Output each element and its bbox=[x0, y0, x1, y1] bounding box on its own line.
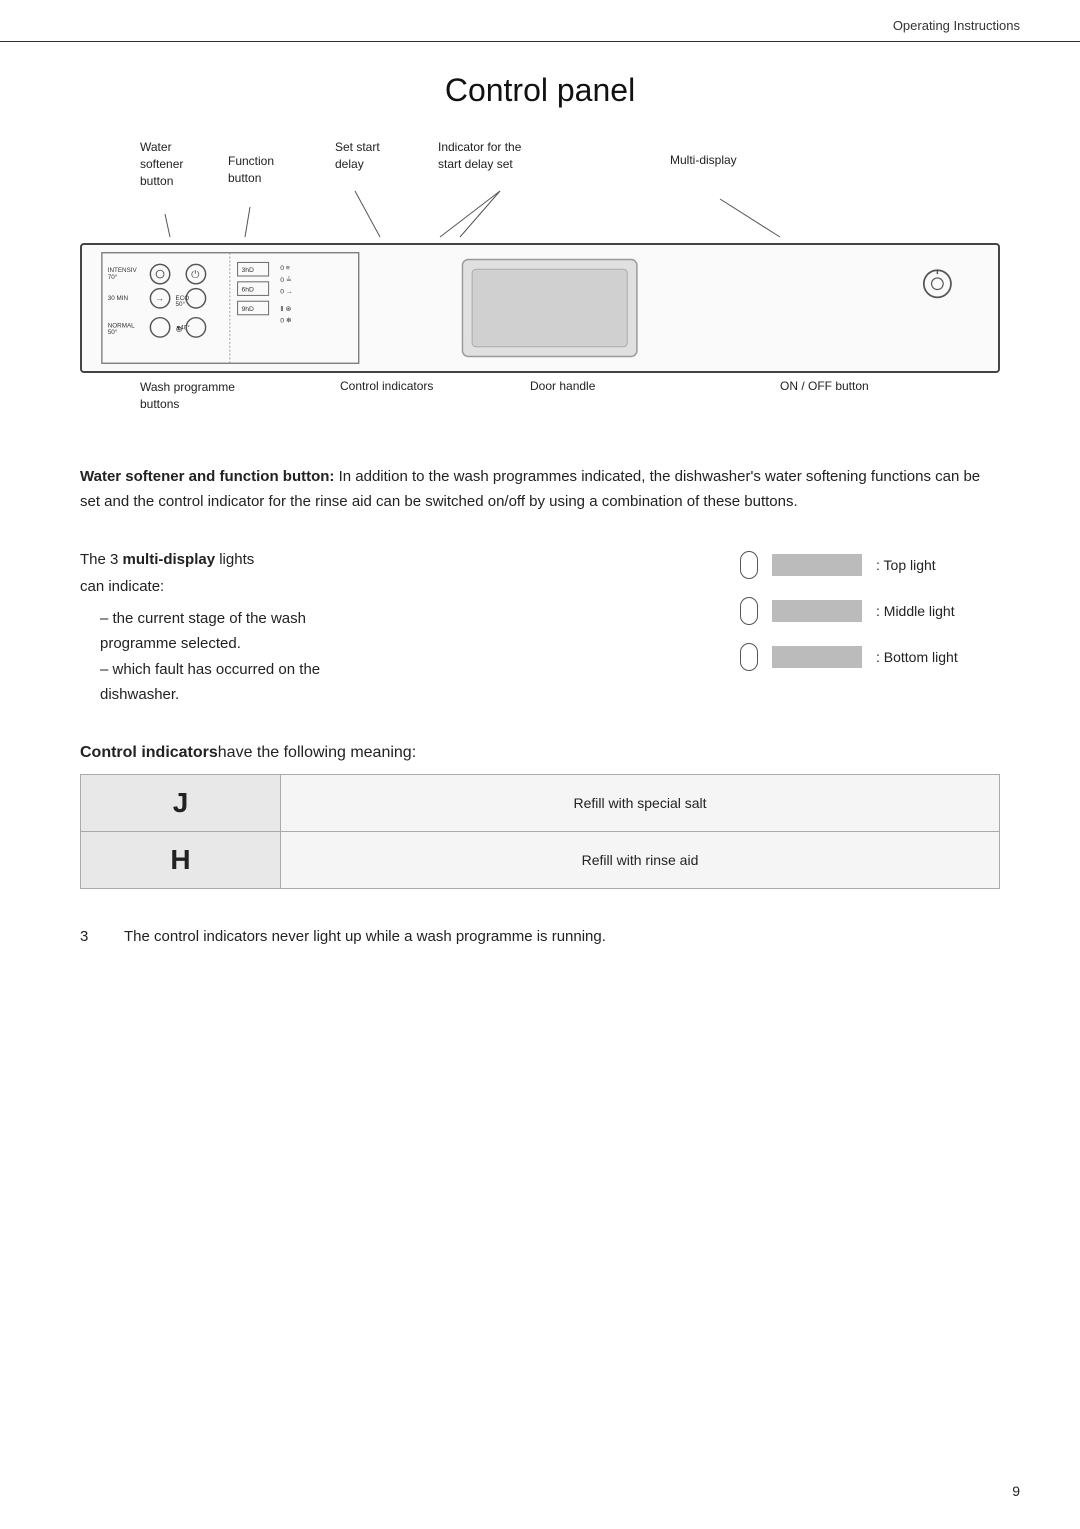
function-button-label: Function button bbox=[228, 153, 274, 187]
wash-programme-label: Wash programmebuttons bbox=[140, 379, 235, 413]
table-row-1: J Refill with special salt bbox=[81, 774, 1000, 831]
indicator-start-delay-label: Indicator for the start delay set bbox=[438, 139, 521, 173]
svg-text:0 →: 0 → bbox=[280, 288, 292, 295]
top-light-row: : Top light bbox=[740, 551, 1000, 579]
desc-h: Refill with rinse aid bbox=[281, 831, 1000, 888]
bottom-light-row: : Bottom light bbox=[740, 643, 1000, 671]
header-title: Operating Instructions bbox=[893, 18, 1020, 33]
multi-display-can-indicate: can indicate: bbox=[80, 574, 700, 600]
svg-text:6hD: 6hD bbox=[241, 287, 254, 294]
body-paragraph: Water softener and function button: In a… bbox=[80, 465, 1000, 515]
svg-text:9hD: 9hD bbox=[241, 306, 254, 313]
ci-prefix: Control indicators bbox=[80, 744, 218, 761]
top-light-bar bbox=[772, 554, 862, 576]
multi-display-right: : Top light : Middle light : Bottom ligh… bbox=[740, 547, 1000, 708]
table-row-2: H Refill with rinse aid bbox=[81, 831, 1000, 888]
middle-light-label: : Middle light bbox=[876, 603, 955, 619]
svg-text:0 ≟: 0 ≟ bbox=[280, 276, 292, 284]
note-number: 3 bbox=[80, 925, 104, 950]
panel-svg: INTENSIV 70° 30 MIN → NORMAL 50° bbox=[82, 245, 998, 371]
middle-light-icon bbox=[740, 597, 758, 625]
middle-light-row: : Middle light bbox=[740, 597, 1000, 625]
multi-display-intro: The 3 multi-display lights bbox=[80, 547, 700, 573]
desc-j: Refill with special salt bbox=[281, 774, 1000, 831]
symbol-j: J bbox=[81, 774, 281, 831]
indicators-table: J Refill with special salt H Refill with… bbox=[80, 774, 1000, 889]
page-content: Control panel Water softener button Func… bbox=[0, 42, 1080, 1009]
svg-text:♥40°: ♥40° bbox=[177, 323, 191, 331]
multi-display-bullets: the current stage of the washprogramme s… bbox=[100, 606, 700, 708]
bottom-light-icon bbox=[740, 643, 758, 671]
water-softener-label: Water softener button bbox=[140, 139, 183, 189]
page-number: 9 bbox=[1012, 1483, 1020, 1499]
diagram-container: Water softener button Function button Se… bbox=[80, 139, 1000, 429]
body-text: Water softener and function button: In a… bbox=[80, 465, 1000, 515]
control-indicators-section: Control indicatorshave the following mea… bbox=[80, 744, 1000, 889]
connector-lines bbox=[80, 139, 1000, 239]
control-panel-diagram: INTENSIV 70° 30 MIN → NORMAL 50° bbox=[80, 243, 1000, 373]
multi-display-left: The 3 multi-display lights can indicate:… bbox=[80, 547, 700, 708]
svg-text:50°: 50° bbox=[176, 300, 186, 308]
door-handle-label: Door handle bbox=[530, 379, 595, 393]
top-light-label: : Top light bbox=[876, 557, 936, 573]
svg-text:⏻: ⏻ bbox=[191, 269, 200, 281]
multi-display-section: The 3 multi-display lights can indicate:… bbox=[80, 547, 1000, 708]
svg-text:3hD: 3hD bbox=[241, 267, 254, 274]
top-light-icon bbox=[740, 551, 758, 579]
multi-display-bold: multi-display bbox=[123, 551, 216, 568]
note-section: 3 The control indicators never light up … bbox=[80, 925, 1000, 950]
page-title: Control panel bbox=[80, 72, 1000, 109]
page-header: Operating Instructions bbox=[0, 0, 1080, 42]
svg-text:→: → bbox=[155, 293, 164, 303]
bullet-1: the current stage of the washprogramme s… bbox=[100, 606, 700, 657]
svg-text:Ⅱ ⊛: Ⅱ ⊛ bbox=[280, 306, 291, 313]
control-indicators-label: Control indicators bbox=[340, 379, 433, 393]
bottom-light-bar bbox=[772, 646, 862, 668]
bullet-2: which fault has occurred on thedishwashe… bbox=[100, 657, 700, 708]
symbol-h: H bbox=[81, 831, 281, 888]
body-bold-start: Water softener and function button: bbox=[80, 468, 334, 485]
svg-text:70°: 70° bbox=[108, 273, 118, 281]
note-text: The control indicators never light up wh… bbox=[124, 925, 1000, 950]
set-start-delay-label: Set start delay bbox=[335, 139, 380, 173]
svg-text:50°: 50° bbox=[108, 328, 118, 336]
on-off-button-label: ON / OFF button bbox=[780, 379, 869, 393]
bottom-labels-container: Wash programmebuttons Control indicators… bbox=[80, 379, 1000, 429]
svg-text:30 MIN: 30 MIN bbox=[108, 295, 129, 302]
middle-light-bar bbox=[772, 600, 862, 622]
bottom-light-label: : Bottom light bbox=[876, 649, 958, 665]
multi-display-label: Multi-display bbox=[670, 153, 737, 167]
svg-text:0 ≡: 0 ≡ bbox=[280, 265, 290, 272]
ci-suffix: have the following meaning: bbox=[218, 744, 416, 761]
svg-text:0 ❄: 0 ❄ bbox=[280, 317, 292, 325]
control-indicators-title: Control indicatorshave the following mea… bbox=[80, 744, 1000, 762]
